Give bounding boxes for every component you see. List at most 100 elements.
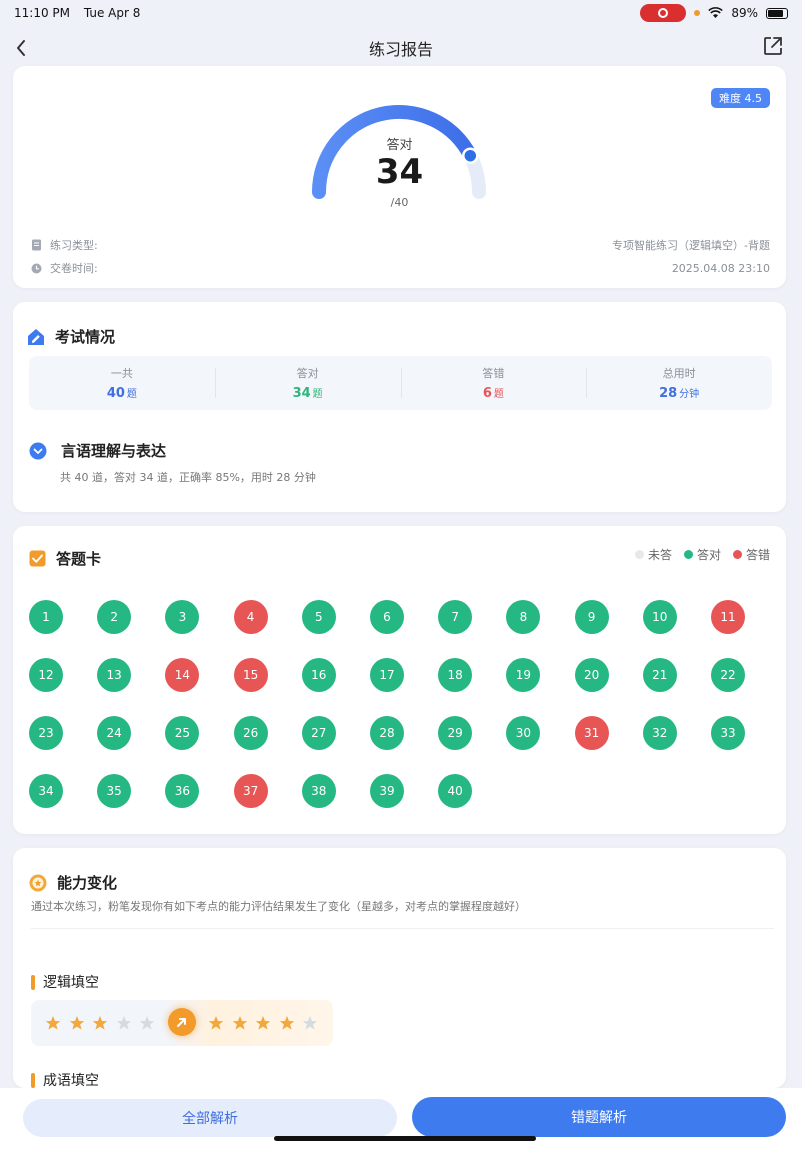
star-filled-icon xyxy=(279,1016,294,1030)
question-bubble-correct[interactable]: 7 xyxy=(438,600,473,634)
stat-total: 一共 40 题 xyxy=(29,356,215,410)
legend-correct: 答对 xyxy=(683,546,721,563)
question-bubble-correct[interactable]: 12 xyxy=(29,658,63,692)
question-bubble-correct[interactable]: 28 xyxy=(370,716,404,750)
star-filled-icon xyxy=(208,1016,224,1030)
stat-value: 28 分钟 xyxy=(659,386,700,401)
question-bubble-correct[interactable]: 1 xyxy=(29,600,63,634)
star-filled-icon xyxy=(232,1016,247,1030)
question-bubble-wrong[interactable]: 15 xyxy=(233,658,268,692)
ability-title: 能力变化 xyxy=(57,874,118,892)
section-summary: 共 40 道，答对 34 道，正确率 85%，用时 28 分钟 xyxy=(60,471,316,484)
question-bubble-correct[interactable]: 38 xyxy=(301,774,336,808)
legend-unanswered: 未答 xyxy=(634,546,672,563)
exam-section-header: 考试情况 xyxy=(27,326,115,347)
legend-wrong: 答错 xyxy=(732,546,770,563)
score-label: 答对 xyxy=(386,138,413,153)
stat-value: 34 题 xyxy=(292,386,323,401)
question-bubble-correct[interactable]: 25 xyxy=(165,716,200,750)
answer-card: 答题卡 未答 答对 答错 1 2 3 4 5 6 7 8 9 10 11 12 13 14 15 16 17 18… xyxy=(13,526,786,834)
question-bubble-correct[interactable]: 24 xyxy=(97,716,132,750)
stat-value: 40 题 xyxy=(106,386,137,401)
score-total: /40 xyxy=(390,196,409,209)
star-empty-icon xyxy=(116,1016,131,1030)
question-bubble-correct[interactable]: 23 xyxy=(29,716,63,750)
answer-card-title: 答题卡 xyxy=(56,550,102,568)
question-bubble-correct[interactable]: 33 xyxy=(711,716,745,750)
status-left: 11:10 PM Tue Apr 8 xyxy=(14,6,150,20)
question-bubble-correct[interactable]: 34 xyxy=(29,774,63,808)
question-bubble-correct[interactable]: 21 xyxy=(642,658,677,692)
question-bubble-correct[interactable]: 39 xyxy=(370,774,404,808)
legend-dot xyxy=(732,550,742,559)
question-bubble-correct[interactable]: 35 xyxy=(97,774,132,808)
question-bubble-wrong[interactable]: 37 xyxy=(233,774,268,808)
share-icon[interactable] xyxy=(762,35,784,57)
status-date: Tue Apr 8 xyxy=(83,6,141,20)
all-analysis-button[interactable]: 全部解析 xyxy=(23,1099,397,1137)
question-bubble-correct[interactable]: 2 xyxy=(97,600,132,634)
stat-label: 答对 xyxy=(296,367,319,380)
stat-correct: 答对 34 题 xyxy=(214,356,401,410)
wrong-analysis-button[interactable]: 错题解析 xyxy=(412,1097,786,1137)
question-bubble-correct[interactable]: 10 xyxy=(642,600,677,634)
checkbox-icon xyxy=(29,550,46,567)
question-bubble-correct[interactable]: 8 xyxy=(506,600,541,634)
question-bubble-correct[interactable]: 40 xyxy=(438,774,473,808)
ability-description: 通过本次练习，粉笔发现你有如下考点的能力评估结果发生了变化（星越多，对考点的掌握… xyxy=(31,900,526,913)
exam-stats: 一共 40 题 答对 34 题 答错 6题 总用时 28 分钟 xyxy=(29,356,772,410)
ability-category: 成语填空 xyxy=(31,1070,99,1090)
stat-wrong: 答错 6题 xyxy=(400,356,587,410)
medal-icon xyxy=(29,874,47,891)
submit-time-value: 2025.04.08 23:10 xyxy=(671,261,770,275)
question-bubble-correct[interactable]: 20 xyxy=(574,658,609,692)
category-name: 逻辑填空 xyxy=(43,975,99,991)
exam-title: 考试情况 xyxy=(55,328,116,346)
star-filled-icon xyxy=(92,1016,108,1030)
status-time: 11:10 PM xyxy=(14,6,70,20)
question-bubble-correct[interactable]: 30 xyxy=(506,716,541,750)
chevron-down-circle-icon xyxy=(29,442,47,459)
question-bubble-correct[interactable]: 22 xyxy=(711,658,745,692)
chevron-left-icon[interactable] xyxy=(10,36,34,60)
star-filled-icon xyxy=(255,1016,271,1030)
question-bubble-wrong[interactable]: 4 xyxy=(233,600,268,634)
question-bubble-correct[interactable]: 3 xyxy=(165,600,200,634)
status-right: 89% xyxy=(640,4,788,22)
question-bubble-correct[interactable]: 26 xyxy=(233,716,268,750)
question-bubble-wrong[interactable]: 14 xyxy=(165,658,200,692)
question-bubble-correct[interactable]: 19 xyxy=(506,658,541,692)
practice-type-row: 练习类型: 专项智能练习（逻辑填空）-背题 xyxy=(31,236,770,254)
screen-record-icon xyxy=(640,4,687,22)
question-bubble-wrong[interactable]: 31 xyxy=(574,716,609,750)
question-bubble-correct[interactable]: 32 xyxy=(642,716,677,750)
star-empty-icon xyxy=(139,1016,155,1030)
star-filled-icon xyxy=(45,1016,61,1030)
question-bubble-correct[interactable]: 5 xyxy=(301,600,336,634)
question-bubble-correct[interactable]: 9 xyxy=(574,600,609,634)
question-bubble-correct[interactable]: 29 xyxy=(438,716,473,750)
bottom-action-bar: 全部解析 错题解析 xyxy=(0,1088,802,1149)
stat-label: 一共 xyxy=(110,367,133,380)
section-title: 言语理解与表达 xyxy=(61,442,167,460)
practice-type-value: 专项智能练习（逻辑填空）-背题 xyxy=(612,239,770,252)
difficulty-badge: 难度 4.5 xyxy=(711,88,770,108)
question-bubble-correct[interactable]: 6 xyxy=(370,600,404,634)
battery-percent: 89% xyxy=(731,6,758,20)
question-bubble-wrong[interactable]: 11 xyxy=(711,600,745,634)
page-title: 练习报告 xyxy=(368,40,433,59)
section-collapse-toggle[interactable]: 言语理解与表达 xyxy=(29,440,166,461)
question-bubble-correct[interactable]: 16 xyxy=(301,658,336,692)
question-bubble-correct[interactable]: 18 xyxy=(438,658,473,692)
question-bubble-correct[interactable]: 27 xyxy=(301,716,336,750)
question-bubble-correct[interactable]: 17 xyxy=(370,658,404,692)
status-bar: 11:10 PM Tue Apr 8 89% xyxy=(0,0,802,26)
submit-time-row: 交卷时间: 2025.04.08 23:10 xyxy=(31,259,770,277)
trend-up-icon xyxy=(168,1008,196,1036)
question-bubble-correct[interactable]: 13 xyxy=(97,658,132,692)
score-value: 34 xyxy=(375,152,424,192)
question-bubble-correct[interactable]: 36 xyxy=(165,774,200,808)
ability-category: 逻辑填空 xyxy=(31,972,99,992)
category-name: 成语填空 xyxy=(43,1073,99,1089)
ability-card: 能力变化 通过本次练习，粉笔发现你有如下考点的能力评估结果发生了变化（星越多，对… xyxy=(13,848,786,1090)
